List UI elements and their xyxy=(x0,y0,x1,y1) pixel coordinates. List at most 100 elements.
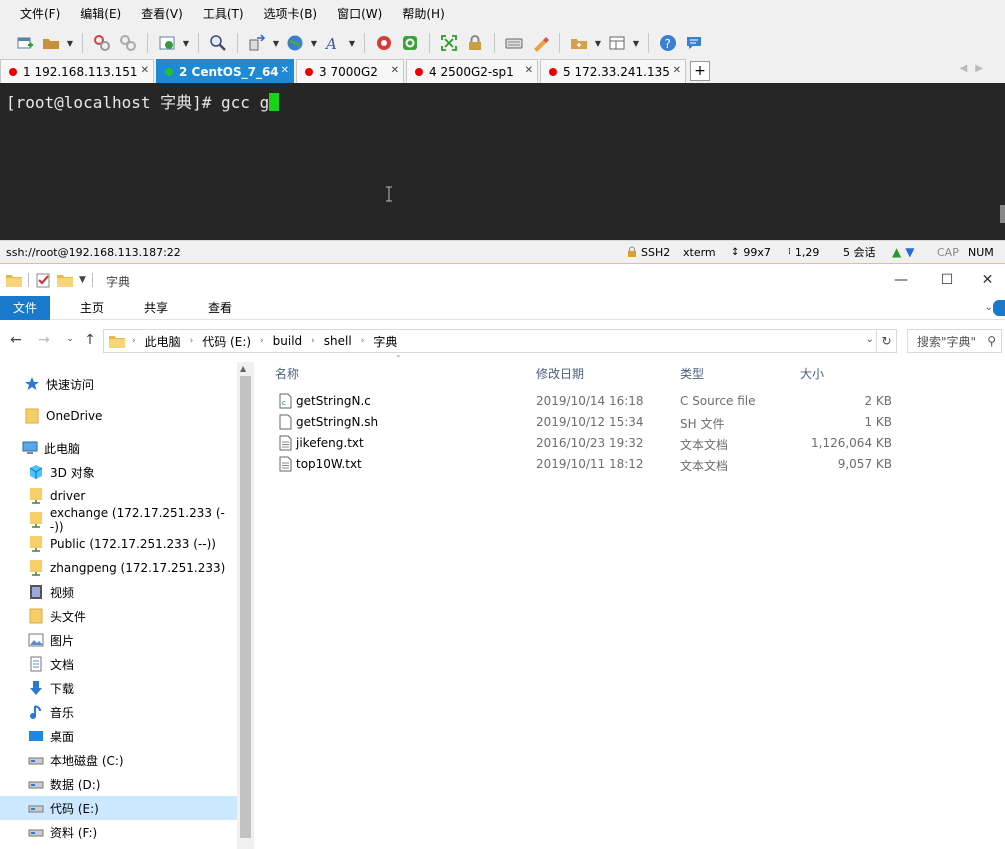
nav-3d-objects[interactable]: 3D 对象 xyxy=(0,460,237,484)
breadcrumb-chevron-icon[interactable]: › xyxy=(257,336,267,346)
scrollbar-thumb[interactable] xyxy=(240,376,251,838)
properties-icon[interactable] xyxy=(156,32,178,54)
session-tab-5[interactable]: 5 172.33.241.135 ✕ xyxy=(540,59,686,83)
chat-icon[interactable] xyxy=(683,32,705,54)
font-dropdown-icon[interactable]: ▼ xyxy=(348,32,356,54)
nav-onedrive[interactable]: OneDrive xyxy=(0,404,237,428)
compose-icon[interactable] xyxy=(568,32,590,54)
open-folder-icon[interactable] xyxy=(40,32,62,54)
breadcrumb-shell[interactable]: shell xyxy=(318,334,358,348)
nav-pictures[interactable]: 图片 xyxy=(0,628,237,652)
file-row[interactable]: jikefeng.txt 2016/10/23 19:32 文本文档 1,126… xyxy=(275,433,895,454)
file-row[interactable]: getStringN.sh 2019/10/12 15:34 SH 文件 1 K… xyxy=(275,412,895,433)
nav-drive-c[interactable]: 本地磁盘 (C:) xyxy=(0,748,237,772)
nav-drive-f[interactable]: 资料 (F:) xyxy=(0,820,237,844)
breadcrumb-chevron-icon[interactable]: › xyxy=(129,336,139,346)
add-tab-button[interactable]: + xyxy=(690,61,710,81)
find-icon[interactable] xyxy=(207,32,229,54)
nav-desktop[interactable]: 桌面 xyxy=(0,724,237,748)
nav-exchange[interactable]: exchange (172.17.251.233 (--)) xyxy=(0,506,237,534)
tab-share[interactable]: 共享 xyxy=(128,296,184,320)
reconnect-icon[interactable] xyxy=(117,32,139,54)
recent-locations-icon[interactable]: ⌄ xyxy=(62,334,78,352)
nav-scrollbar[interactable]: ▲ xyxy=(237,362,254,849)
properties-dropdown-icon[interactable]: ▼ xyxy=(182,32,190,54)
minimize-button[interactable]: — xyxy=(878,268,924,292)
menu-file[interactable]: 文件(F) xyxy=(10,0,70,28)
highlight-icon[interactable] xyxy=(529,32,551,54)
column-header-name[interactable]: 名称 xyxy=(275,365,299,382)
breadcrumb-current[interactable]: 字典 xyxy=(367,333,403,350)
nav-this-pc[interactable]: 此电脑 xyxy=(0,436,237,460)
menu-edit[interactable]: 编辑(E) xyxy=(70,0,131,28)
menu-tools[interactable]: 工具(T) xyxy=(193,0,254,28)
transfer-dropdown-icon[interactable]: ▼ xyxy=(272,32,280,54)
new-session-icon[interactable] xyxy=(14,32,36,54)
nav-driver[interactable]: driver xyxy=(0,484,237,508)
layout-dropdown-icon[interactable]: ▼ xyxy=(632,32,640,54)
file-row[interactable]: top10W.txt 2019/10/11 18:12 文本文档 9,057 K… xyxy=(275,454,895,475)
breadcrumb-this-pc[interactable]: 此电脑 xyxy=(139,333,187,350)
nav-public[interactable]: Public (172.17.251.233 (--)) xyxy=(0,532,237,556)
maximize-button[interactable]: ☐ xyxy=(924,268,970,292)
forward-arrow-icon[interactable]: → xyxy=(36,332,52,350)
close-button[interactable]: ✕ xyxy=(970,268,1005,292)
properties-check-icon[interactable] xyxy=(35,272,51,288)
terminal[interactable]: [root@localhost 字典]# gcc g xyxy=(0,83,1005,240)
address-bar[interactable]: › 此电脑 › 代码 (E:) › build › shell › 字典 ⌄ xyxy=(103,329,877,353)
close-icon[interactable]: ✕ xyxy=(673,65,681,76)
lock-icon[interactable] xyxy=(464,32,486,54)
tab-view[interactable]: 查看 xyxy=(192,296,248,320)
scroll-up-icon[interactable]: ▲ xyxy=(240,364,246,373)
column-header-type[interactable]: 类型 xyxy=(680,365,704,382)
breadcrumb-chevron-icon[interactable]: › xyxy=(187,336,197,346)
session-tab-2[interactable]: 2 CentOS_7_64 ✕ xyxy=(156,59,294,83)
nav-downloads[interactable]: 下载 xyxy=(0,676,237,700)
nav-drive-e[interactable]: 代码 (E:) xyxy=(0,796,237,820)
compose-dropdown-icon[interactable]: ▼ xyxy=(594,32,602,54)
close-icon[interactable]: ✕ xyxy=(141,65,149,76)
column-header-size[interactable]: 大小 xyxy=(800,365,824,382)
transfer-icon[interactable] xyxy=(246,32,268,54)
nav-drive-d[interactable]: 数据 (D:) xyxy=(0,772,237,796)
close-icon[interactable]: ✕ xyxy=(281,65,289,76)
breadcrumb-chevron-icon[interactable]: › xyxy=(358,336,368,346)
nav-documents[interactable]: 文档 xyxy=(0,652,237,676)
session-tab-1[interactable]: 1 192.168.113.151 ✕ xyxy=(0,59,154,83)
keyboard-icon[interactable] xyxy=(503,32,525,54)
disconnect-icon[interactable] xyxy=(91,32,113,54)
menu-window[interactable]: 窗口(W) xyxy=(327,0,392,28)
search-input[interactable]: 搜索"字典" ⚲ xyxy=(907,329,1002,353)
nav-videos[interactable]: 视频 xyxy=(0,580,237,604)
up-arrow-icon[interactable]: ↑ xyxy=(82,332,98,350)
open-dropdown-icon[interactable]: ▼ xyxy=(66,32,74,54)
xmanager-icon[interactable] xyxy=(399,32,421,54)
back-arrow-icon[interactable]: ← xyxy=(8,332,24,350)
terminal-scrollbar[interactable] xyxy=(1000,205,1005,223)
nav-music[interactable]: 音乐 xyxy=(0,700,237,724)
globe-icon[interactable] xyxy=(284,32,306,54)
xftp-icon[interactable] xyxy=(373,32,395,54)
help-icon[interactable]: ? xyxy=(657,32,679,54)
layout-icon[interactable] xyxy=(606,32,628,54)
menu-tabs[interactable]: 选项卡(B) xyxy=(254,0,328,28)
font-icon[interactable]: A xyxy=(322,32,344,54)
close-icon[interactable]: ✕ xyxy=(391,65,399,76)
breadcrumb-drive-e[interactable]: 代码 (E:) xyxy=(196,333,257,350)
column-header-date[interactable]: 修改日期 xyxy=(536,365,584,382)
fullscreen-icon[interactable] xyxy=(438,32,460,54)
breadcrumb-build[interactable]: build xyxy=(267,334,309,348)
breadcrumb-chevron-icon[interactable]: › xyxy=(308,336,318,346)
new-folder-icon[interactable] xyxy=(57,273,73,287)
nav-header-files[interactable]: 头文件 xyxy=(0,604,237,628)
session-tab-4[interactable]: 4 2500G2-sp1 ✕ xyxy=(406,59,538,83)
session-tab-3[interactable]: 3 7000G2 ✕ xyxy=(296,59,404,83)
customize-toolbar-icon[interactable]: ▼ xyxy=(79,275,86,285)
globe-dropdown-icon[interactable]: ▼ xyxy=(310,32,318,54)
menu-view[interactable]: 查看(V) xyxy=(131,0,193,28)
tab-file[interactable]: 文件 xyxy=(0,295,51,320)
refresh-icon[interactable]: ↻ xyxy=(877,329,897,353)
address-dropdown-icon[interactable]: ⌄ xyxy=(866,334,874,345)
menu-help[interactable]: 帮助(H) xyxy=(392,0,454,28)
nav-quick-access[interactable]: 快速访问 xyxy=(0,372,237,396)
